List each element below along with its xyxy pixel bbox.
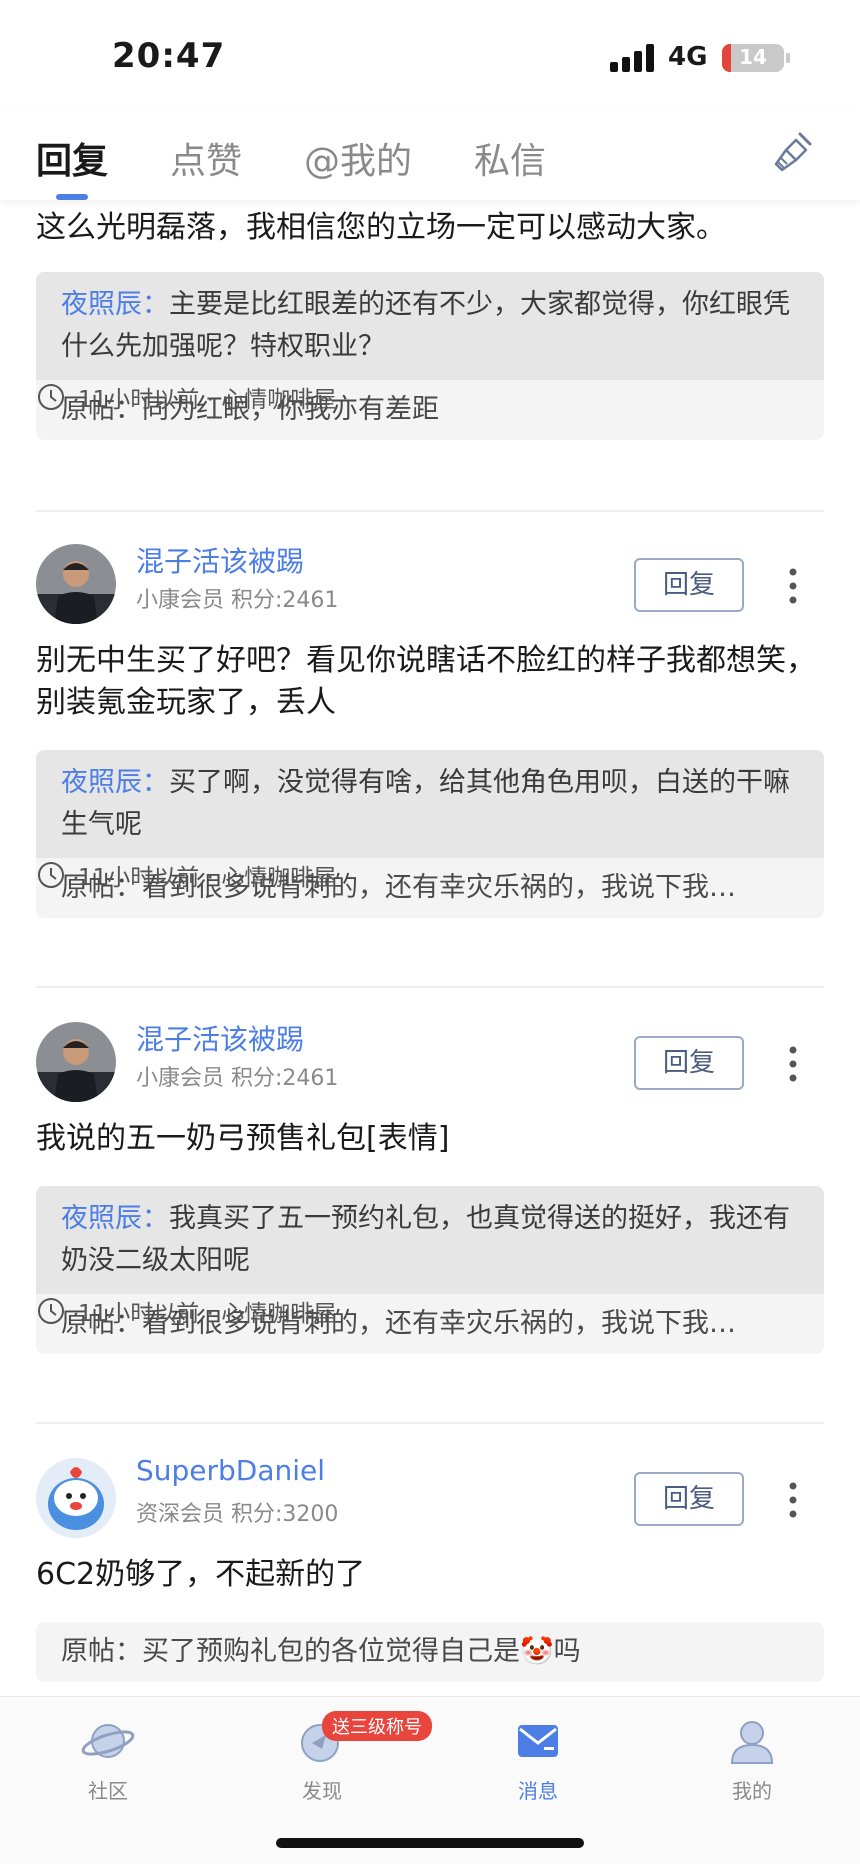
signal-icon xyxy=(610,44,656,72)
reply-button[interactable]: 回复 xyxy=(634,1036,744,1090)
username[interactable]: 混子活该被踢 xyxy=(136,1018,304,1058)
more-options-icon[interactable] xyxy=(786,1480,800,1520)
network-label: 4G xyxy=(668,42,708,72)
message-icon xyxy=(518,1725,558,1757)
original-post-text: 原帖：买了预购礼包的各位觉得自己是 xyxy=(61,1636,520,1667)
clock-icon xyxy=(38,862,64,888)
user-points: 积分:2461 xyxy=(231,588,339,613)
nav-item-community[interactable]: 社区 xyxy=(48,1715,168,1804)
user-info: 资深会员 积分:3200 xyxy=(136,1496,338,1528)
profile-icon xyxy=(730,1721,774,1764)
user-level: 小康会员 xyxy=(136,588,225,613)
divider xyxy=(36,510,824,512)
battery-level: 14 xyxy=(739,45,767,69)
divider xyxy=(36,986,824,988)
quoted-reply: 夜照辰：我真买了五一预约礼包，也真觉得送的挺好，我还有奶没二级太阳呢 xyxy=(36,1186,824,1294)
quoted-text: 我真买了五一预约礼包，也真觉得送的挺好，我还有奶没二级太阳呢 xyxy=(61,1203,790,1276)
nav-label: 发现 xyxy=(302,1779,342,1803)
tab-likes[interactable]: 点赞 xyxy=(170,132,242,184)
meta-text: 11小时以前 · 心情咖啡屋 xyxy=(78,1301,337,1327)
quote-box[interactable]: 夜照辰：我真买了五一预约礼包，也真觉得送的挺好，我还有奶没二级太阳呢 原帖：看到… xyxy=(36,1186,824,1354)
quoted-user-name[interactable]: 夜照辰： xyxy=(61,1203,169,1234)
clock-icon xyxy=(38,384,64,410)
quoted-reply: 夜照辰：主要是比红眼差的还有不少，大家都觉得，你红眼凭什么先加强呢？特权职业？ xyxy=(36,272,824,380)
quote-box[interactable]: 夜照辰：主要是比红眼差的还有不少，大家都觉得，你红眼凭什么先加强呢？特权职业？ … xyxy=(36,272,824,440)
meta-text: 11小时以前 · 心情咖啡屋 xyxy=(78,865,337,891)
broom-icon[interactable] xyxy=(770,130,816,176)
nav-item-profile[interactable]: 我的 xyxy=(692,1715,812,1804)
comment-text: 这么光明磊落，我相信您的立场一定可以感动大家。 xyxy=(36,210,726,245)
nav-item-messages[interactable]: 消息 xyxy=(478,1715,598,1804)
user-info: 小康会员 积分:2461 xyxy=(136,582,338,614)
quoted-user-name[interactable]: 夜照辰： xyxy=(61,289,169,320)
quoted-text: 主要是比红眼差的还有不少，大家都觉得，你红眼凭什么先加强呢？特权职业？ xyxy=(61,289,790,362)
reply-feed[interactable]: 这么光明磊落，我相信您的立场一定可以感动大家。 夜照辰：主要是比红眼差的还有不少… xyxy=(0,200,860,1696)
comment-text: 别无中生买了好吧？看见你说瞎话不脸红的样子我都想笑，别装氪金玩家了，丢人 xyxy=(36,643,816,720)
planet-icon xyxy=(81,1724,135,1758)
quoted-reply: 夜照辰：买了啊，没觉得有啥，给其他角色用呗，白送的干嘛生气呢 xyxy=(36,750,824,858)
user-info: 小康会员 积分:2461 xyxy=(136,1060,338,1092)
meta-text: 11小时以前 · 心情咖啡屋 xyxy=(78,387,337,413)
meta-row: 11小时以前 · 心情咖啡屋 xyxy=(36,1294,336,1328)
nav-label: 消息 xyxy=(518,1779,558,1803)
quote-box[interactable]: 原帖：买了预购礼包的各位觉得自己是🤡吗 xyxy=(36,1622,824,1682)
avatar[interactable] xyxy=(36,544,116,624)
quoted-user-name[interactable]: 夜照辰： xyxy=(61,767,169,798)
username[interactable]: SuperbDaniel xyxy=(136,1454,325,1487)
quoted-text: 买了啊，没觉得有啥，给其他角色用呗，白送的干嘛生气呢 xyxy=(61,767,790,840)
status-bar: 20:47 4G 14 xyxy=(0,0,860,110)
home-indicator xyxy=(276,1838,584,1848)
promo-badge[interactable]: 送三级称号 xyxy=(322,1711,432,1741)
more-options-icon[interactable] xyxy=(786,566,800,606)
avatar[interactable] xyxy=(36,1022,116,1102)
more-options-icon[interactable] xyxy=(786,1044,800,1084)
tab-replies[interactable]: 回复 xyxy=(36,132,108,184)
comment-text: 我说的五一奶弓预售礼包[表情] xyxy=(36,1121,450,1156)
tab-mentions[interactable]: @我的 xyxy=(304,132,412,184)
nav-label: 我的 xyxy=(732,1779,772,1803)
user-points: 积分:2461 xyxy=(231,1066,339,1091)
username[interactable]: 混子活该被踢 xyxy=(136,540,304,580)
battery-icon: 14 xyxy=(722,44,784,72)
quote-box[interactable]: 夜照辰：买了啊，没觉得有啥，给其他角色用呗，白送的干嘛生气呢 原帖：看到很多说背… xyxy=(36,750,824,918)
active-tab-indicator xyxy=(56,194,88,200)
nav-label: 社区 xyxy=(88,1779,128,1803)
user-level: 小康会员 xyxy=(136,1066,225,1091)
status-time: 20:47 xyxy=(112,36,226,76)
meta-row: 11小时以前 · 心情咖啡屋 xyxy=(36,380,336,414)
original-post[interactable]: 原帖：买了预购礼包的各位觉得自己是🤡吗 xyxy=(36,1622,824,1682)
tab-private-messages[interactable]: 私信 xyxy=(474,132,546,184)
comment-text: 6C2奶够了，不起新的了 xyxy=(36,1557,366,1592)
avatar[interactable] xyxy=(36,1458,116,1538)
clown-emoji-icon: 🤡 xyxy=(520,1636,554,1667)
battery-tip xyxy=(786,53,790,63)
original-post-suffix: 吗 xyxy=(553,1636,581,1667)
user-level: 资深会员 xyxy=(136,1502,225,1527)
clock-icon xyxy=(38,1298,64,1324)
reply-button[interactable]: 回复 xyxy=(634,1472,744,1526)
message-tabs: 回复 点赞 @我的 私信 xyxy=(0,110,860,200)
user-points: 积分:3200 xyxy=(231,1502,339,1527)
reply-button[interactable]: 回复 xyxy=(634,558,744,612)
meta-row: 11小时以前 · 心情咖啡屋 xyxy=(36,858,336,892)
divider xyxy=(36,1422,824,1424)
